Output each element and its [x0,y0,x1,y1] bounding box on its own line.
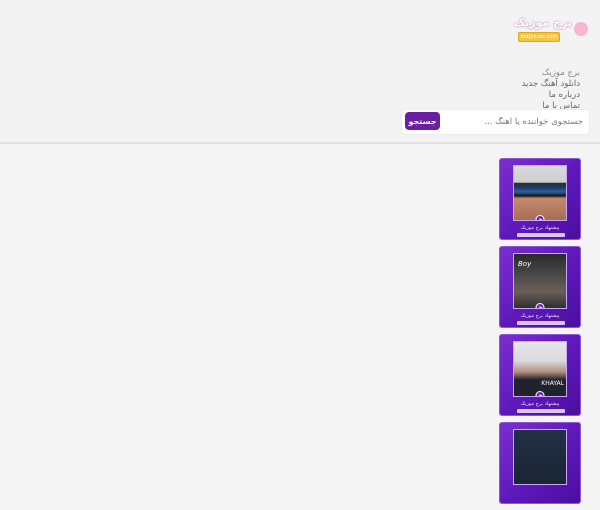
main-nav: برج موزیک دانلود آهنگ جدید درباره ما تما… [440,68,580,112]
logo-url-badge: borjmusic.com [518,32,560,42]
search-bar: جستجو [401,109,590,135]
logo-pin-icon [574,22,588,36]
suggested-sidebar: پیشنهاد برج موزیک Boy پیشنهاد برج موزیک … [499,158,581,510]
play-icon[interactable] [535,391,545,396]
suggested-card[interactable]: Boy پیشنهاد برج موزیک [499,246,581,328]
nav-item-home[interactable]: برج موزیک [440,68,580,79]
search-button[interactable]: جستجو [405,112,440,130]
card-label-bar [517,321,565,325]
suggested-card[interactable] [499,422,581,504]
card-label-bar [517,409,565,413]
logo-title: برج موزیک [513,16,572,29]
cover-title: Boy [518,260,532,268]
suggested-card[interactable]: پیشنهاد برج موزیک [499,158,581,240]
album-cover: Boy [513,253,567,309]
site-header: برج موزیک borjmusic.com برج موزیک دانلود… [0,0,600,144]
suggested-card[interactable]: KHAYAL پیشنهاد برج موزیک [499,334,581,416]
site-logo[interactable]: برج موزیک borjmusic.com [498,16,588,44]
play-icon[interactable] [535,303,545,308]
play-icon[interactable] [535,215,545,220]
album-cover [513,165,567,221]
search-input[interactable] [463,114,583,130]
nav-item-new-songs[interactable]: دانلود آهنگ جدید [440,79,580,90]
album-cover [513,429,567,485]
album-cover: KHAYAL [513,341,567,397]
card-caption: پیشنهاد برج موزیک [520,401,560,407]
nav-item-about[interactable]: درباره ما [440,90,580,101]
card-caption: پیشنهاد برج موزیک [520,225,560,231]
cover-title: KHAYAL [541,380,564,387]
card-label-bar [517,233,565,237]
card-caption: پیشنهاد برج موزیک [520,313,560,319]
